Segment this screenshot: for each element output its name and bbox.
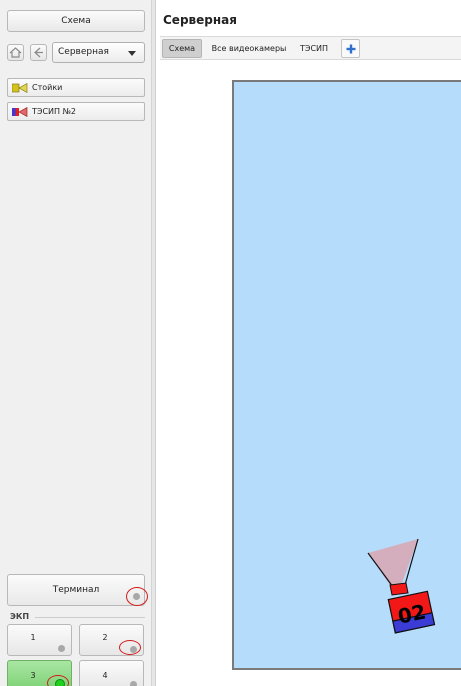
plus-icon xyxy=(346,44,356,54)
group-divider xyxy=(35,617,145,618)
camera-body xyxy=(389,582,409,596)
page-title: Серверная xyxy=(163,13,237,27)
marker-circle xyxy=(119,640,141,655)
room-select-value: Серверная xyxy=(58,47,109,57)
camera-yellow-icon xyxy=(12,83,28,93)
left-panel: Схема Серверная Стойки ТЭСИП №2 Терминал xyxy=(0,0,152,686)
tab-all-cameras[interactable]: Все видеокамеры xyxy=(207,39,291,58)
schema-button[interactable]: Схема xyxy=(7,10,145,32)
camera-marker[interactable]: 02 xyxy=(360,535,440,635)
object-item-racks[interactable]: Стойки xyxy=(7,78,145,97)
back-arrow-icon xyxy=(34,47,43,58)
camera-red-blue-icon xyxy=(12,107,28,117)
terminal-button-label: Терминал xyxy=(52,585,100,595)
room-select[interactable]: Серверная xyxy=(52,42,145,63)
back-button[interactable] xyxy=(30,44,47,61)
tab-tesip[interactable]: ТЭСИП xyxy=(293,39,335,58)
tile-4[interactable]: 4 xyxy=(79,660,144,686)
object-item-tesip-2[interactable]: ТЭСИП №2 xyxy=(7,102,145,121)
tab-schema[interactable]: Схема xyxy=(162,39,202,58)
camera-view-cone xyxy=(368,539,418,585)
tile-number: 4 xyxy=(102,671,108,680)
tile-number: 1 xyxy=(30,633,36,642)
chevron-down-icon xyxy=(128,51,136,56)
add-tab-button[interactable] xyxy=(341,39,360,58)
panel-splitter[interactable] xyxy=(152,0,156,686)
status-indicator xyxy=(130,681,137,686)
home-button[interactable] xyxy=(7,44,24,61)
marker-circle xyxy=(47,675,69,686)
home-icon xyxy=(9,47,22,58)
marker-circle xyxy=(126,587,148,606)
camera-tag: 02 xyxy=(387,590,436,634)
terminal-button[interactable]: Терминал xyxy=(7,574,145,606)
tile-1[interactable]: 1 xyxy=(7,624,72,656)
tab-bar: Схема Все видеокамеры ТЭСИП xyxy=(160,36,461,60)
object-item-label: Стойки xyxy=(32,83,63,92)
object-item-label: ТЭСИП №2 xyxy=(32,107,77,116)
group-label: ЭКП xyxy=(10,612,30,621)
status-indicator xyxy=(58,645,65,652)
